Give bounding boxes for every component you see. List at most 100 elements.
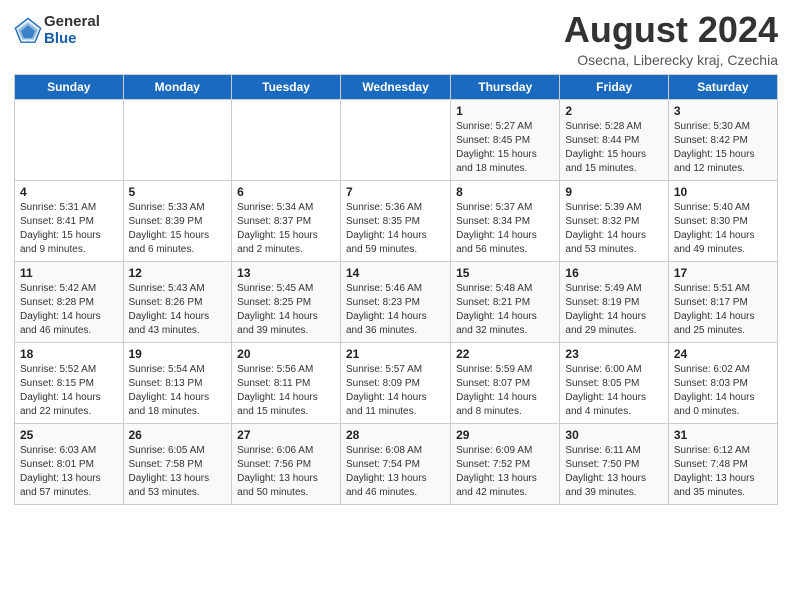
day-info: Sunrise: 5:52 AM Sunset: 8:15 PM Dayligh… xyxy=(20,363,118,419)
table-row: 11 Sunrise: 5:42 AM Sunset: 8:28 PM Dayli… xyxy=(15,261,124,342)
table-row: 13 Sunrise: 5:45 AM Sunset: 8:25 PM Dayli… xyxy=(232,261,341,342)
day-number: 8 xyxy=(456,185,554,199)
day-number: 3 xyxy=(674,104,772,118)
table-row: 25Sunrise: 6:03 AM Sunset: 8:01 PM Dayli… xyxy=(15,423,124,504)
table-row: 23Sunrise: 6:00 AM Sunset: 8:05 PM Dayli… xyxy=(560,342,668,423)
day-info: Sunrise: 5:30 AM Sunset: 8:42 PM Dayligh… xyxy=(674,120,772,176)
day-info: Sunrise: 5:42 AM Sunset: 8:28 PM Dayligh… xyxy=(20,282,118,338)
logo-general-text: General xyxy=(44,14,100,31)
day-number: 20 xyxy=(237,347,335,361)
day-number: 15 xyxy=(456,266,554,280)
calendar-week-row: 11 Sunrise: 5:42 AM Sunset: 8:28 PM Dayli… xyxy=(15,261,778,342)
day-info: Sunrise: 6:06 AM Sunset: 7:56 PM Dayligh… xyxy=(237,444,335,500)
table-row: 17Sunrise: 5:51 AM Sunset: 8:17 PM Dayli… xyxy=(668,261,777,342)
table-row: 14 Sunrise: 5:46 AM Sunset: 8:23 PM Dayli… xyxy=(340,261,450,342)
day-number: 30 xyxy=(565,428,662,442)
calendar-week-row: 4 Sunrise: 5:31 AM Sunset: 8:41 PM Daylig… xyxy=(15,180,778,261)
day-number: 22 xyxy=(456,347,554,361)
table-row: 26 Sunrise: 6:05 AM Sunset: 7:58 PM Dayli… xyxy=(123,423,232,504)
table-row: 27Sunrise: 6:06 AM Sunset: 7:56 PM Dayli… xyxy=(232,423,341,504)
day-number: 29 xyxy=(456,428,554,442)
table-row: 18 Sunrise: 5:52 AM Sunset: 8:15 PM Dayli… xyxy=(15,342,124,423)
day-number: 7 xyxy=(346,185,445,199)
table-row: 22 Sunrise: 5:59 AM Sunset: 8:07 PM Dayli… xyxy=(451,342,560,423)
day-number: 26 xyxy=(129,428,227,442)
calendar-week-row: 25Sunrise: 6:03 AM Sunset: 8:01 PM Dayli… xyxy=(15,423,778,504)
table-row: 19 Sunrise: 5:54 AM Sunset: 8:13 PM Dayli… xyxy=(123,342,232,423)
day-info: Sunrise: 6:08 AM Sunset: 7:54 PM Dayligh… xyxy=(346,444,445,500)
table-row: 21 Sunrise: 5:57 AM Sunset: 8:09 PM Dayli… xyxy=(340,342,450,423)
day-info: Sunrise: 5:46 AM Sunset: 8:23 PM Dayligh… xyxy=(346,282,445,338)
day-info: Sunrise: 5:45 AM Sunset: 8:25 PM Dayligh… xyxy=(237,282,335,338)
day-info: Sunrise: 6:05 AM Sunset: 7:58 PM Dayligh… xyxy=(129,444,227,500)
day-info: Sunrise: 5:59 AM Sunset: 8:07 PM Dayligh… xyxy=(456,363,554,419)
header-monday: Monday xyxy=(123,74,232,99)
day-number: 25 xyxy=(20,428,118,442)
logo-text: General Blue xyxy=(44,14,100,47)
month-title: August 2024 xyxy=(564,10,778,50)
header-wednesday: Wednesday xyxy=(340,74,450,99)
day-info: Sunrise: 6:09 AM Sunset: 7:52 PM Dayligh… xyxy=(456,444,554,500)
table-row: 5 Sunrise: 5:33 AM Sunset: 8:39 PM Daylig… xyxy=(123,180,232,261)
day-number: 10 xyxy=(674,185,772,199)
table-row: 9 Sunrise: 5:39 AM Sunset: 8:32 PM Daylig… xyxy=(560,180,668,261)
header-friday: Friday xyxy=(560,74,668,99)
table-row: 16Sunrise: 5:49 AM Sunset: 8:19 PM Dayli… xyxy=(560,261,668,342)
day-number: 12 xyxy=(129,266,227,280)
day-number: 28 xyxy=(346,428,445,442)
table-row: 12 Sunrise: 5:43 AM Sunset: 8:26 PM Dayli… xyxy=(123,261,232,342)
table-row: 7 Sunrise: 5:36 AM Sunset: 8:35 PM Daylig… xyxy=(340,180,450,261)
logo: General Blue xyxy=(14,14,100,47)
table-row: 3 Sunrise: 5:30 AM Sunset: 8:42 PM Daylig… xyxy=(668,99,777,180)
day-number: 13 xyxy=(237,266,335,280)
day-info: Sunrise: 5:36 AM Sunset: 8:35 PM Dayligh… xyxy=(346,201,445,257)
day-number: 24 xyxy=(674,347,772,361)
day-number: 23 xyxy=(565,347,662,361)
table-row: 2 Sunrise: 5:28 AM Sunset: 8:44 PM Daylig… xyxy=(560,99,668,180)
day-info: Sunrise: 5:27 AM Sunset: 8:45 PM Dayligh… xyxy=(456,120,554,176)
header-tuesday: Tuesday xyxy=(232,74,341,99)
logo-blue-text: Blue xyxy=(44,31,100,48)
table-row: 29 Sunrise: 6:09 AM Sunset: 7:52 PM Dayli… xyxy=(451,423,560,504)
day-info: Sunrise: 5:43 AM Sunset: 8:26 PM Dayligh… xyxy=(129,282,227,338)
day-info: Sunrise: 5:51 AM Sunset: 8:17 PM Dayligh… xyxy=(674,282,772,338)
table-row: 10 Sunrise: 5:40 AM Sunset: 8:30 PM Dayli… xyxy=(668,180,777,261)
day-info: Sunrise: 5:40 AM Sunset: 8:30 PM Dayligh… xyxy=(674,201,772,257)
table-row: 8 Sunrise: 5:37 AM Sunset: 8:34 PM Daylig… xyxy=(451,180,560,261)
page: General Blue August 2024 Osecna, Liberec… xyxy=(0,0,792,519)
day-number: 4 xyxy=(20,185,118,199)
day-info: Sunrise: 5:57 AM Sunset: 8:09 PM Dayligh… xyxy=(346,363,445,419)
day-number: 6 xyxy=(237,185,335,199)
day-info: Sunrise: 5:33 AM Sunset: 8:39 PM Dayligh… xyxy=(129,201,227,257)
day-number: 2 xyxy=(565,104,662,118)
calendar-week-row: 18 Sunrise: 5:52 AM Sunset: 8:15 PM Dayli… xyxy=(15,342,778,423)
header-thursday: Thursday xyxy=(451,74,560,99)
day-info: Sunrise: 5:56 AM Sunset: 8:11 PM Dayligh… xyxy=(237,363,335,419)
day-info: Sunrise: 5:49 AM Sunset: 8:19 PM Dayligh… xyxy=(565,282,662,338)
day-number: 5 xyxy=(129,185,227,199)
day-number: 11 xyxy=(20,266,118,280)
location: Osecna, Liberecky kraj, Czechia xyxy=(564,52,778,68)
table-row: 30Sunrise: 6:11 AM Sunset: 7:50 PM Dayli… xyxy=(560,423,668,504)
logo-icon xyxy=(14,17,42,45)
day-number: 14 xyxy=(346,266,445,280)
table-row: 6Sunrise: 5:34 AM Sunset: 8:37 PM Daylig… xyxy=(232,180,341,261)
header: General Blue August 2024 Osecna, Liberec… xyxy=(14,10,778,68)
day-info: Sunrise: 5:28 AM Sunset: 8:44 PM Dayligh… xyxy=(565,120,662,176)
days-header-row: Sunday Monday Tuesday Wednesday Thursday… xyxy=(15,74,778,99)
day-number: 9 xyxy=(565,185,662,199)
table-row: 4 Sunrise: 5:31 AM Sunset: 8:41 PM Daylig… xyxy=(15,180,124,261)
calendar-table: Sunday Monday Tuesday Wednesday Thursday… xyxy=(14,74,778,505)
table-row: 31Sunrise: 6:12 AM Sunset: 7:48 PM Dayli… xyxy=(668,423,777,504)
table-row xyxy=(15,99,124,180)
day-info: Sunrise: 5:39 AM Sunset: 8:32 PM Dayligh… xyxy=(565,201,662,257)
day-number: 21 xyxy=(346,347,445,361)
day-number: 1 xyxy=(456,104,554,118)
day-info: Sunrise: 5:31 AM Sunset: 8:41 PM Dayligh… xyxy=(20,201,118,257)
day-number: 19 xyxy=(129,347,227,361)
day-info: Sunrise: 5:54 AM Sunset: 8:13 PM Dayligh… xyxy=(129,363,227,419)
table-row xyxy=(340,99,450,180)
day-info: Sunrise: 5:48 AM Sunset: 8:21 PM Dayligh… xyxy=(456,282,554,338)
day-info: Sunrise: 5:37 AM Sunset: 8:34 PM Dayligh… xyxy=(456,201,554,257)
day-number: 18 xyxy=(20,347,118,361)
